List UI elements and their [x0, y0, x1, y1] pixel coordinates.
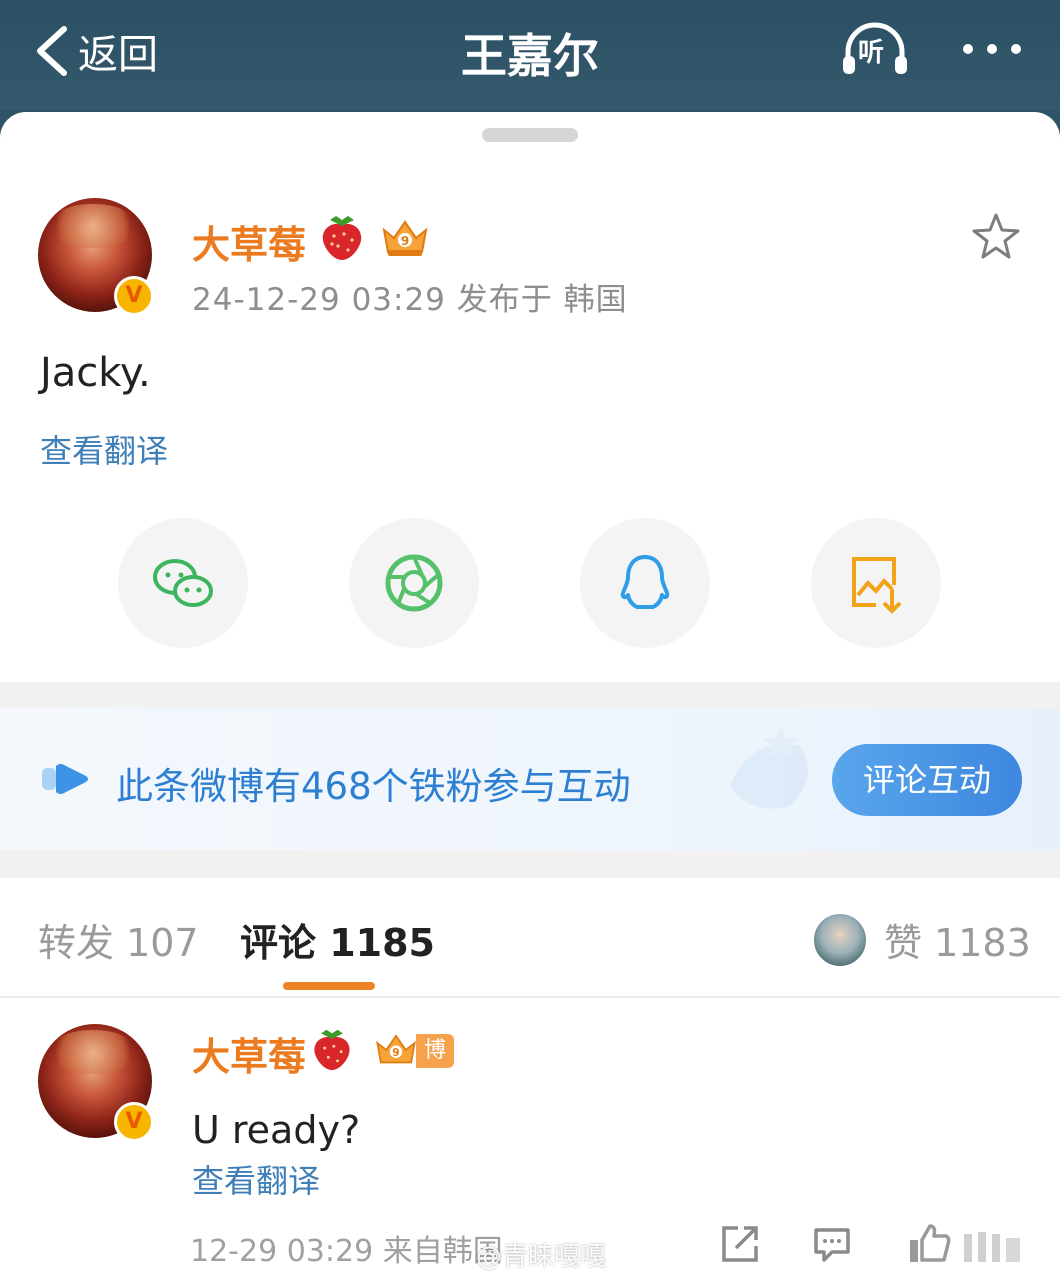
active-tab-indicator	[283, 982, 375, 990]
share-moments-button[interactable]	[349, 518, 479, 648]
watermark: @青睐嘎嘎	[476, 1242, 607, 1272]
listen-label: 听	[858, 38, 885, 68]
strawberry-icon	[322, 216, 362, 260]
tab-bar: 转发 107 评论 1185 赞 1183	[0, 882, 1060, 998]
share-qq-button[interactable]	[580, 518, 710, 648]
share-icon[interactable]	[720, 1224, 760, 1264]
comment-text: U ready?	[192, 1108, 361, 1152]
fan-level-crown-icon: 9	[376, 1034, 416, 1064]
save-image-button[interactable]	[811, 518, 941, 648]
share-wechat-button[interactable]	[118, 518, 248, 648]
more-icon[interactable]	[962, 36, 1022, 62]
post-sheet: V 大草莓 9 24-12-29 03:29 发布于 韩国 Jacky. 查看翻…	[0, 112, 1060, 1280]
section-divider	[0, 682, 1060, 708]
fan-interaction-banner: 此条微博有468个铁粉参与互动 评论互动	[0, 708, 1060, 850]
wechat-icon	[153, 559, 213, 607]
svg-text:9: 9	[401, 234, 409, 248]
strawberry-icon	[314, 1029, 350, 1071]
comment-translate-link[interactable]: 查看翻译	[192, 1156, 320, 1202]
comment-interaction-button[interactable]: 评论互动	[832, 744, 1022, 816]
tab-repost[interactable]: 转发 107	[38, 912, 199, 967]
banner-text: 此条微博有468个铁粉参与互动	[116, 765, 631, 808]
tab-comment[interactable]: 评论 1185	[240, 912, 435, 967]
liker-avatar[interactable]	[812, 912, 868, 968]
comment-meta: 12-29 03:29 来自韩国	[190, 1234, 503, 1269]
verified-badge-icon: V	[114, 1102, 154, 1142]
qq-icon	[620, 555, 670, 609]
author-badge-label: 博主	[416, 1034, 455, 1097]
comment-icon[interactable]	[812, 1224, 852, 1264]
moments-icon	[385, 554, 443, 612]
like-icon[interactable]	[908, 1224, 1028, 1264]
tab-like[interactable]: 赞 1183	[884, 912, 1031, 967]
post-username[interactable]: 大草莓	[192, 214, 306, 269]
translate-link[interactable]: 查看翻译	[40, 426, 168, 472]
top-nav-bar: 返回 王嘉尔 听	[0, 0, 1060, 110]
post-meta: 24-12-29 03:29 发布于 韩国	[192, 282, 628, 318]
favorite-star-icon[interactable]	[970, 212, 1022, 262]
fan-level-crown-icon: 9	[382, 220, 428, 256]
svg-text:9: 9	[392, 1046, 399, 1059]
section-divider	[0, 850, 1060, 878]
comment-username[interactable]: 大草莓	[192, 1026, 306, 1081]
listen-button[interactable]: 听	[840, 22, 910, 76]
drag-handle[interactable]	[482, 128, 578, 142]
play-icon	[42, 764, 88, 794]
banner-decoration-icon	[730, 726, 808, 809]
save-image-icon	[852, 557, 902, 614]
post-text: Jacky.	[40, 350, 151, 396]
verified-badge-icon: V	[114, 276, 154, 316]
